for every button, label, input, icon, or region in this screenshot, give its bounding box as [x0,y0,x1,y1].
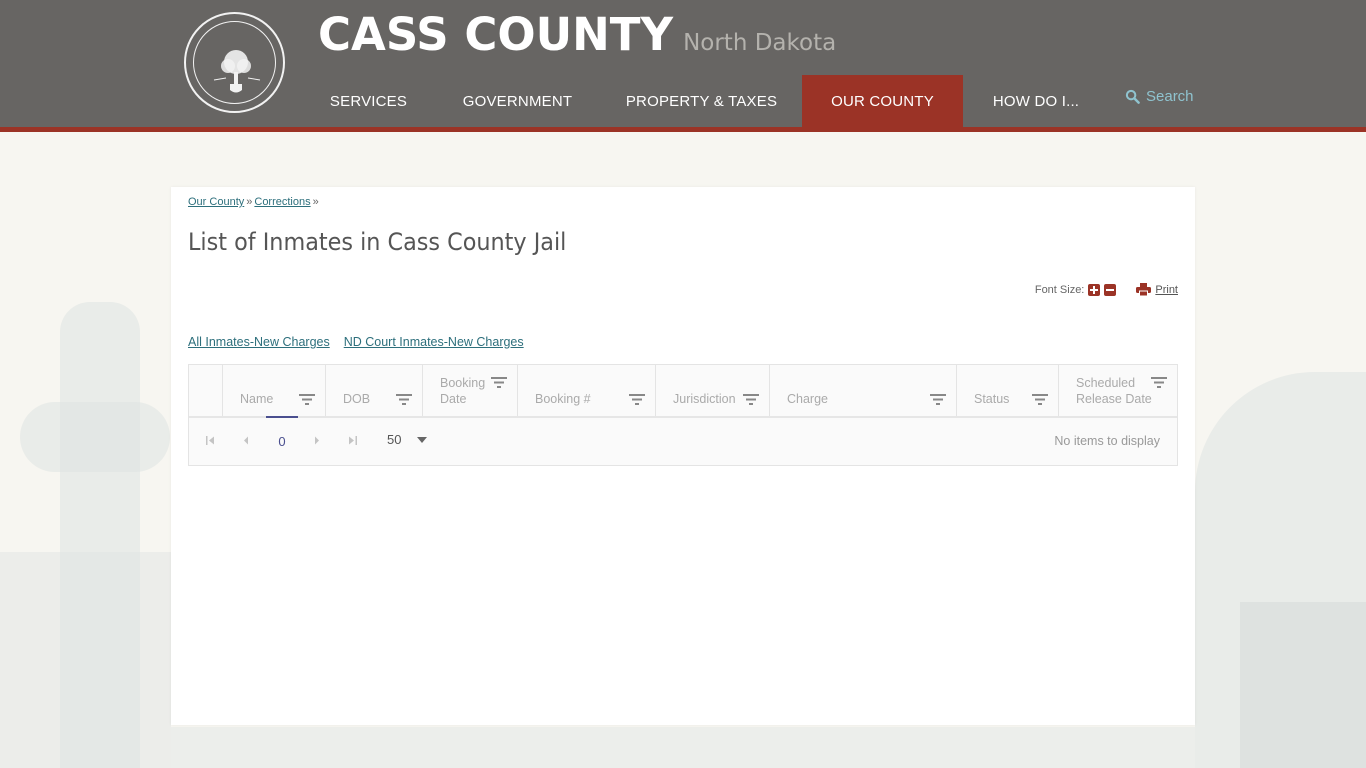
column-header-scheduled-release-date[interactable]: Scheduled Release Date [1058,365,1177,416]
breadcrumb: Our County» Corrections» [188,196,321,208]
filter-icon[interactable] [743,394,759,405]
column-label: Jurisdiction [673,392,736,406]
inmates-grid: Name DOB Booking Date Booking # Jurisdic… [188,364,1178,466]
nav-item-services[interactable]: SERVICES [303,75,434,127]
column-label: Scheduled Release Date [1076,376,1152,406]
last-page-icon[interactable] [348,435,358,446]
font-size-label: Font Size: [1034,283,1085,296]
link-nd-court-inmates-new-charges[interactable]: ND Court Inmates-New Charges [344,335,524,349]
column-header-booking-number[interactable]: Booking # [517,365,655,416]
column-label: Charge [787,392,828,406]
page-title: List of Inmates in Cass County Jail [188,228,567,256]
county-seal-logo[interactable] [184,12,285,113]
bg-capital-left [20,402,170,472]
search-icon [1125,89,1140,104]
previous-page-icon[interactable] [242,435,250,446]
font-decrease-button[interactable] [1104,283,1117,296]
next-page-icon[interactable] [313,435,321,446]
grid-header: Name DOB Booking Date Booking # Jurisdic… [189,365,1177,418]
pager-info: No items to display [1054,434,1160,448]
main-nav: SERVICES GOVERNMENT PROPERTY & TAXES OUR… [303,75,1109,127]
column-header-status[interactable]: Status [956,365,1058,416]
chevron-down-icon [417,436,428,443]
search-button[interactable]: Search [1125,88,1194,105]
filter-icon[interactable] [491,377,507,388]
column-header-jurisdiction[interactable]: Jurisdiction [655,365,769,416]
column-label: Booking Date [440,376,486,406]
first-page-icon[interactable] [205,435,215,446]
breadcrumb-separator: » [246,196,253,208]
bg-tower-right [1240,602,1366,768]
page-size-value: 50 [387,432,402,447]
column-label: Booking # [535,392,591,406]
page-tools: Font Size: Print [1035,283,1178,296]
filter-icon[interactable] [1032,394,1048,405]
page-size-dropdown[interactable]: 50 [387,432,428,447]
column-label: Status [974,392,1010,406]
column-header-dob[interactable]: DOB [325,365,422,416]
print-button[interactable]: Print [1136,283,1178,296]
breadcrumb-our-county[interactable]: Our County [188,196,244,208]
plus-icon [1090,285,1099,294]
bg-base-bottom [171,727,1195,768]
grid-pager: 0 50 No items to display [189,416,1177,465]
filter-icon[interactable] [930,394,946,405]
nav-item-property-taxes[interactable]: PROPERTY & TAXES [601,75,802,127]
nav-item-how-do-i[interactable]: HOW DO I... [963,75,1109,127]
link-all-inmates-new-charges[interactable]: All Inmates-New Charges [188,335,330,349]
site-header: CASS COUNTY North Dakota SERVICES GOVERN… [0,0,1366,132]
printer-icon [1136,283,1152,296]
column-header-charge[interactable]: Charge [769,365,956,416]
current-page-button[interactable]: 0 [266,416,298,465]
filter-icon[interactable] [396,394,412,405]
site-subtitle-state: North Dakota [683,30,837,56]
nav-item-our-county[interactable]: OUR COUNTY [802,75,963,127]
column-header-booking-date[interactable]: Booking Date [422,365,517,416]
breadcrumb-corrections[interactable]: Corrections [254,196,310,208]
site-title-county: CASS COUNTY [318,8,674,61]
font-increase-button[interactable] [1088,283,1101,296]
breadcrumb-separator: » [312,196,319,208]
site-title[interactable]: CASS COUNTY North Dakota [318,8,836,61]
column-label: DOB [343,392,371,406]
seal-tree-icon [213,50,261,93]
nav-item-government[interactable]: GOVERNMENT [434,75,601,127]
filter-icon[interactable] [1151,377,1167,388]
report-links: All Inmates-New Charges ND Court Inmates… [188,335,538,349]
bg-column-left [60,302,140,768]
filter-icon[interactable] [299,394,315,405]
column-label: Name [240,392,274,406]
minus-icon [1106,288,1115,291]
content-panel: Our County» Corrections» List of Inmates … [171,187,1195,725]
print-label: Print [1155,283,1178,296]
column-header-name[interactable]: Name [222,365,325,416]
search-label: Search [1146,88,1194,105]
column-header-select [189,365,222,416]
filter-icon[interactable] [629,394,645,405]
